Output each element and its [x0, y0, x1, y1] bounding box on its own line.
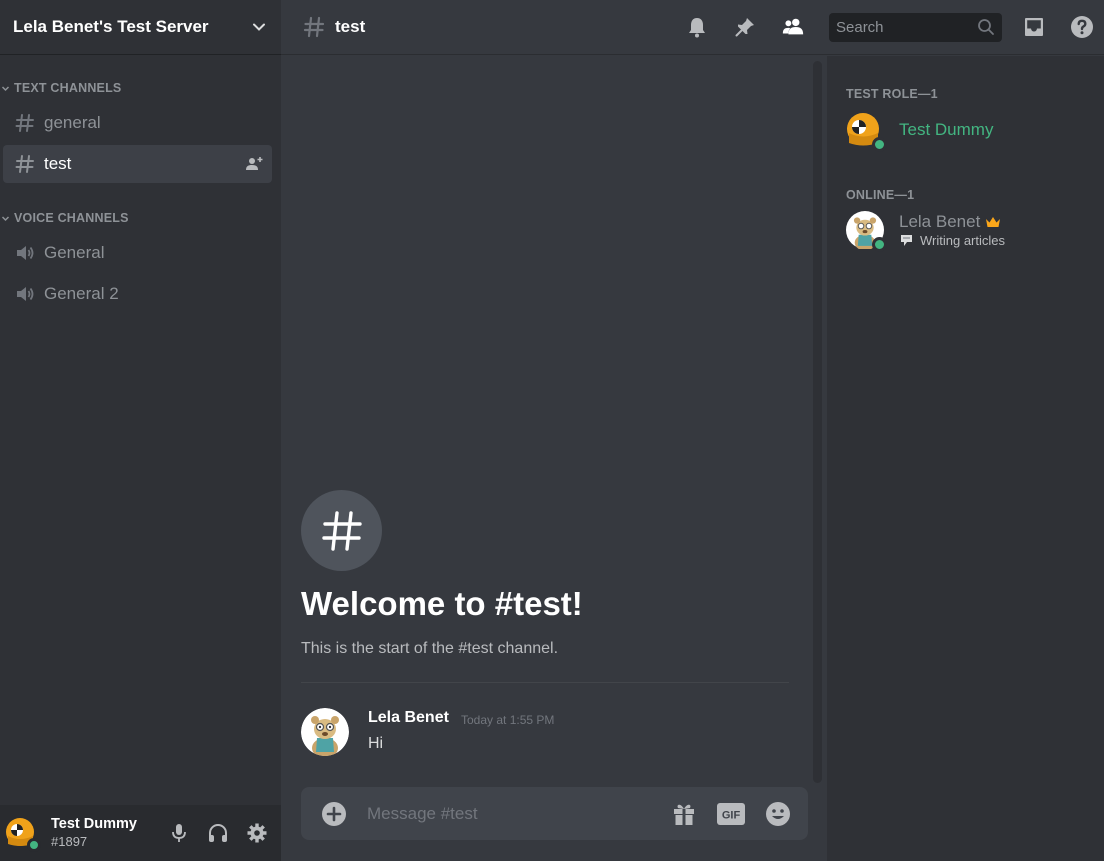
- hashtag-icon: [15, 155, 34, 173]
- channel-title: test: [335, 17, 366, 36]
- add-attachment-button[interactable]: [321, 801, 347, 827]
- divider: [301, 682, 789, 683]
- help-icon: [1071, 16, 1093, 38]
- message-composer: GIF: [301, 787, 808, 840]
- bell-icon: [689, 18, 705, 38]
- welcome-subtitle: This is the start of the #test channel.: [301, 640, 559, 657]
- emoji-button[interactable]: [765, 800, 791, 828]
- speaker-icon: [17, 287, 34, 301]
- user-settings-button[interactable]: [241, 817, 273, 849]
- channel-general[interactable]: general: [3, 104, 272, 142]
- member-avatar: [846, 111, 887, 152]
- category-label: VOICE CHANNELS: [14, 211, 129, 225]
- username: Test Dummy: [51, 816, 137, 832]
- bear-avatar-icon: [301, 708, 349, 756]
- chat-scrollbar[interactable]: [813, 61, 822, 783]
- hashtag-icon: [303, 16, 325, 38]
- voice-channel-general-2[interactable]: General 2: [3, 275, 272, 313]
- hashtag-icon: [15, 114, 34, 132]
- channel-sidebar: Lela Benet's Test Server TEXT CHANNELS g…: [0, 0, 281, 861]
- notification-settings-button[interactable]: [685, 15, 709, 39]
- caret-down-icon: [1, 85, 10, 91]
- user-panel: Test Dummy #1897: [0, 805, 281, 861]
- deafen-button[interactable]: [202, 817, 234, 849]
- gif-icon: GIF: [717, 802, 745, 825]
- search-input[interactable]: [836, 18, 977, 36]
- server-name: Lela Benet's Test Server: [13, 17, 209, 36]
- caret-down-icon: [1, 215, 10, 221]
- message-text: Hi: [368, 735, 384, 752]
- mute-button[interactable]: [163, 817, 195, 849]
- user-avatar[interactable]: [5, 816, 41, 852]
- gift-icon: [674, 804, 694, 825]
- pinned-messages-button[interactable]: [733, 15, 757, 39]
- hashtag-icon: [321, 510, 362, 551]
- welcome-title: Welcome to #test!: [301, 585, 583, 622]
- gift-button[interactable]: [671, 800, 697, 828]
- custom-status-emoji-icon: [901, 234, 912, 246]
- online-status-dot: [872, 137, 887, 152]
- channel-label: General 2: [44, 284, 119, 303]
- channel-header: test: [281, 0, 1104, 55]
- member-activity-text: Writing articles: [920, 233, 1006, 248]
- channel-label: General: [44, 243, 105, 262]
- member-item[interactable]: Test Dummy: [846, 108, 1096, 152]
- member-name: Lela Benet: [899, 212, 981, 231]
- pin-icon: [735, 18, 754, 37]
- emoji-icon: [766, 801, 790, 826]
- online-status-dot: [27, 838, 41, 852]
- message-timestamp: Today at 1:55 PM: [461, 713, 555, 727]
- category-text-channels[interactable]: TEXT CHANNELS: [0, 81, 121, 95]
- members-icon: [782, 18, 804, 35]
- microphone-icon: [172, 824, 186, 842]
- channel-welcome-icon: [301, 490, 382, 571]
- member-item[interactable]: Lela Benet Writing articles: [846, 208, 1096, 252]
- speaker-icon: [17, 246, 34, 260]
- crown-icon: [986, 217, 1001, 227]
- inbox-icon: [1025, 18, 1043, 36]
- gif-label: GIF: [722, 809, 741, 821]
- member-activity: Writing articles: [899, 233, 1005, 248]
- headphones-icon: [209, 824, 227, 842]
- help-button[interactable]: [1070, 15, 1094, 39]
- user-info: Test Dummy #1897: [51, 815, 156, 851]
- member-avatar: [846, 211, 887, 252]
- inbox-button[interactable]: [1022, 15, 1046, 39]
- member-text: Lela Benet Writing articles: [899, 212, 1005, 248]
- channel-label: general: [44, 113, 101, 132]
- member-group-header: TEST ROLE—1: [846, 87, 938, 101]
- member-list-toggle-button[interactable]: [781, 15, 805, 39]
- member-list: TEST ROLE—1 Test Dummy ONLINE—1 Lela Ben…: [827, 56, 1104, 861]
- category-label: TEXT CHANNELS: [14, 81, 122, 95]
- chevron-down-icon: [253, 23, 265, 31]
- search-bar[interactable]: [829, 12, 1002, 42]
- message-author-avatar[interactable]: [301, 708, 349, 756]
- message-author[interactable]: Lela Benet: [368, 709, 449, 727]
- add-user-icon[interactable]: [245, 156, 263, 172]
- message-input[interactable]: [367, 803, 651, 824]
- message: Lela Benet Today at 1:55 PM Hi: [301, 707, 801, 759]
- member-name: Test Dummy: [899, 120, 994, 139]
- voice-channel-general[interactable]: General: [3, 234, 272, 272]
- chat-area: Welcome to #test! This is the start of t…: [281, 56, 827, 861]
- search-icon: [978, 19, 994, 35]
- gif-button[interactable]: GIF: [717, 800, 745, 828]
- user-tag: #1897: [51, 834, 88, 849]
- member-group-header: ONLINE—1: [846, 188, 915, 202]
- channel-test[interactable]: test: [3, 145, 272, 183]
- category-voice-channels[interactable]: VOICE CHANNELS: [0, 211, 129, 225]
- server-header[interactable]: Lela Benet's Test Server: [0, 0, 281, 55]
- online-status-dot: [872, 237, 887, 252]
- gear-icon: [247, 823, 267, 843]
- channel-label: test: [44, 154, 72, 173]
